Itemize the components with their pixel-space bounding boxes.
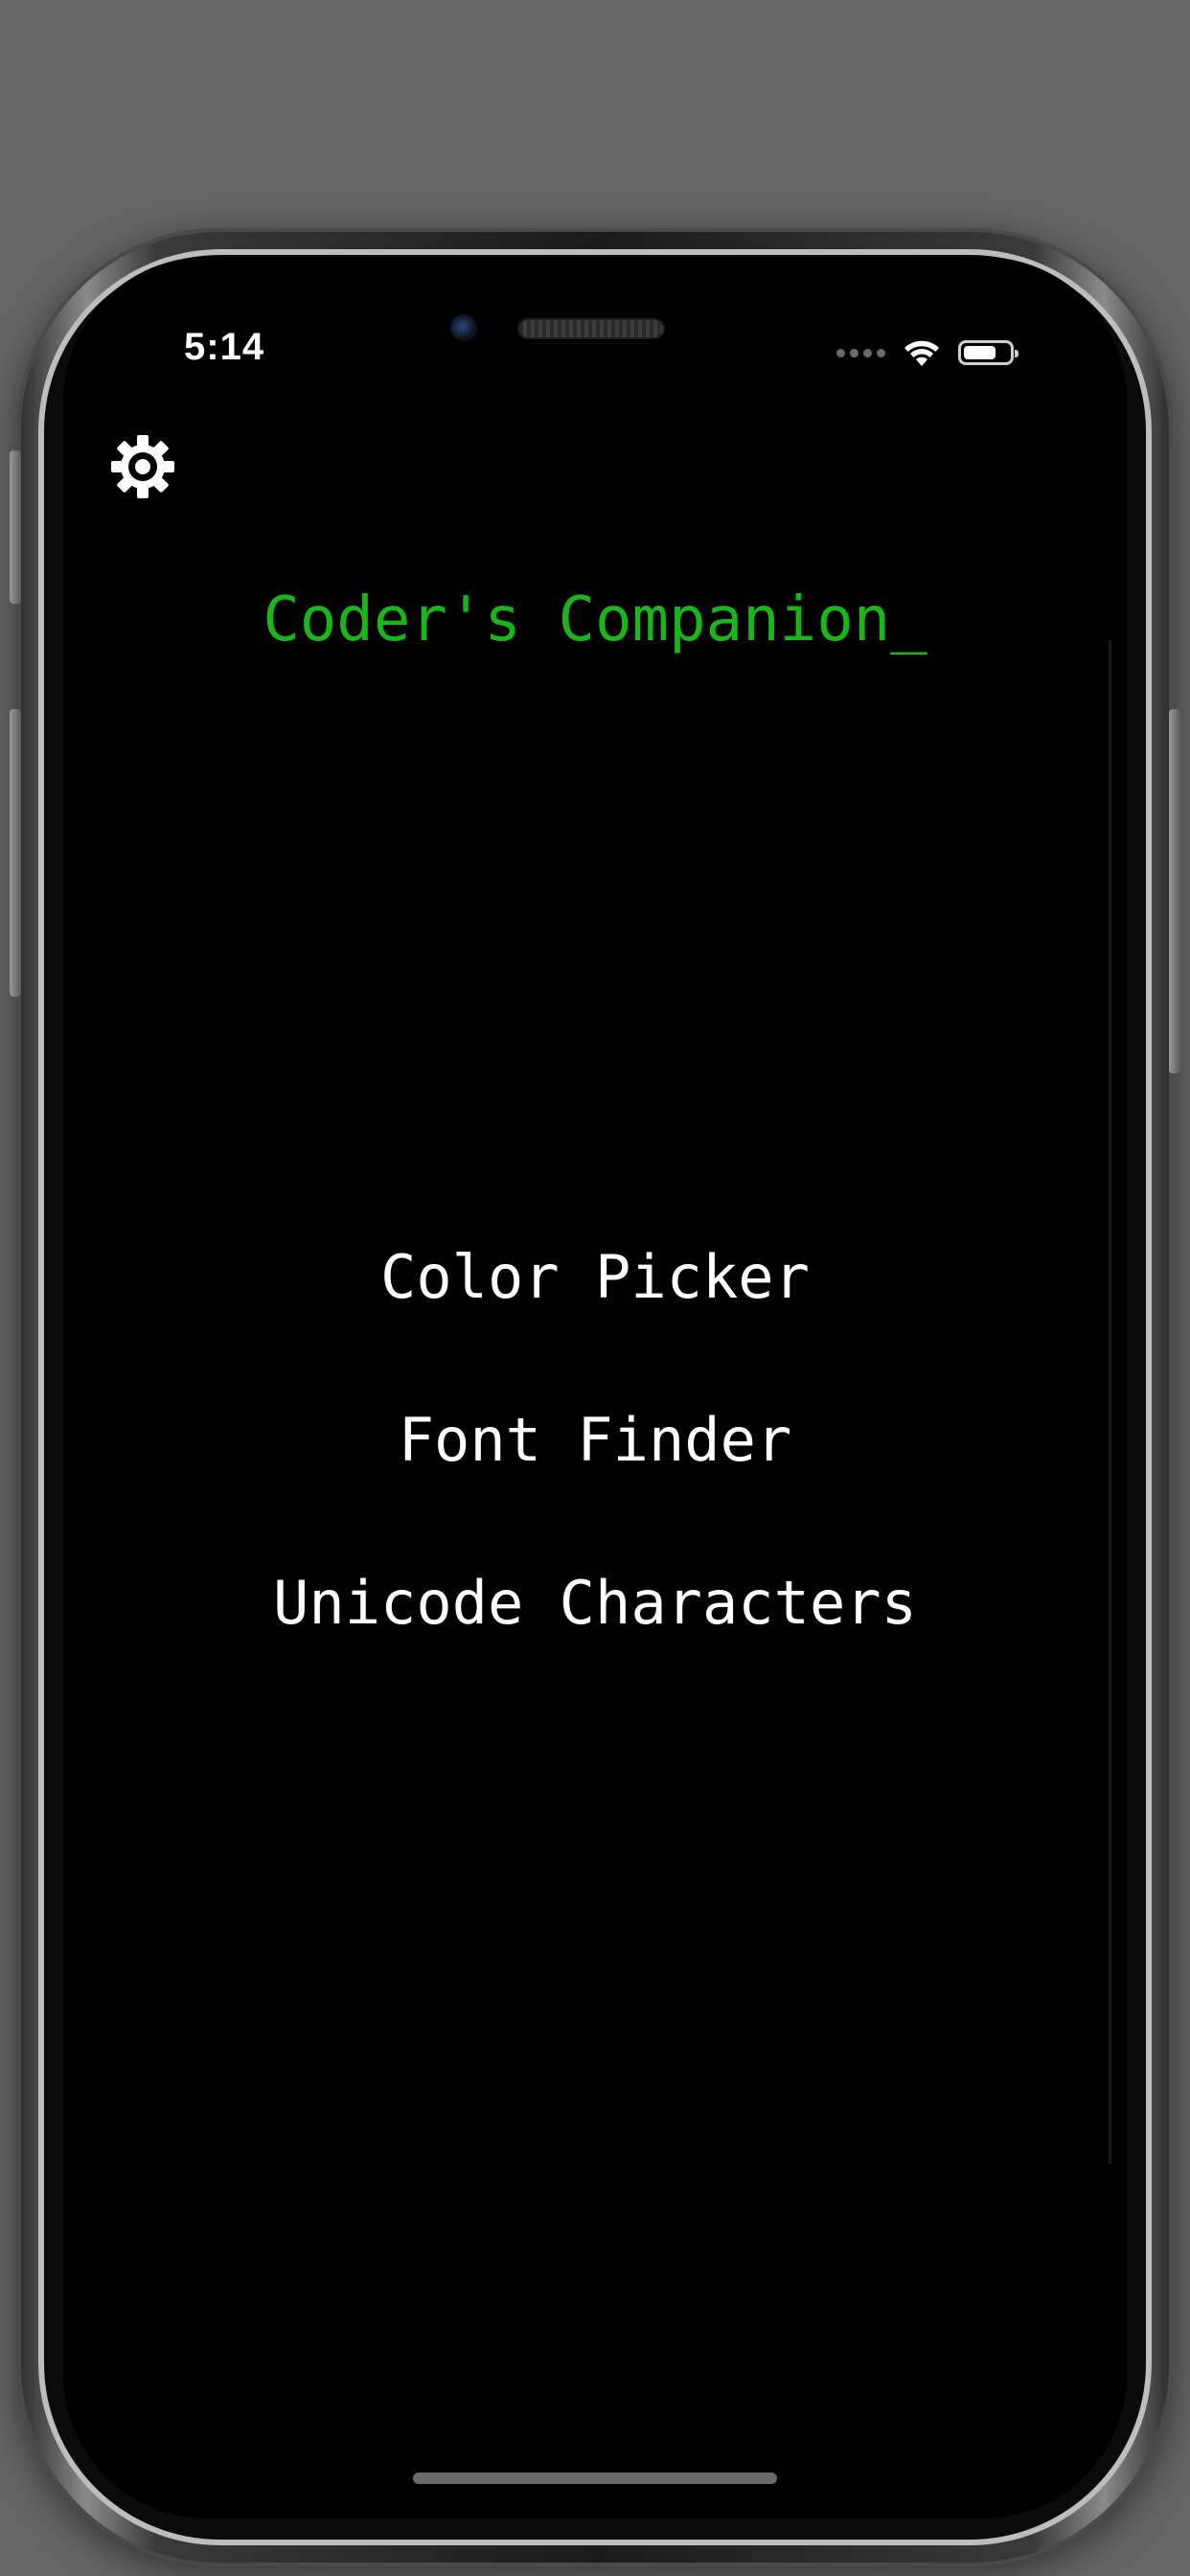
phone-screen: 5:14 Coder's Companion_ Color Picker Fon… (63, 257, 1127, 2518)
battery-icon (958, 340, 1018, 365)
app-title: Coder's Companion_ (263, 585, 927, 656)
side-button-mute (10, 450, 21, 604)
wifi-icon (904, 340, 939, 366)
status-bar-time: 5:14 (184, 326, 265, 368)
gear-icon[interactable] (109, 433, 176, 500)
scroll-indicator (1109, 640, 1111, 2164)
cellular-signal-icon (836, 348, 885, 357)
menu-item-unicode-characters[interactable]: Unicode Characters (63, 1522, 1127, 1685)
front-camera (450, 314, 477, 341)
home-indicator[interactable] (413, 2472, 777, 2484)
main-menu: Color Picker Font Finder Unicode Charact… (63, 1196, 1127, 1685)
status-bar-right (836, 334, 1018, 372)
earpiece-speaker (519, 320, 663, 337)
side-button-volume-up (10, 709, 21, 997)
battery-level (964, 346, 995, 359)
side-button-power (1169, 709, 1180, 1073)
menu-item-font-finder[interactable]: Font Finder (63, 1359, 1127, 1522)
menu-item-color-picker[interactable]: Color Picker (63, 1196, 1127, 1359)
